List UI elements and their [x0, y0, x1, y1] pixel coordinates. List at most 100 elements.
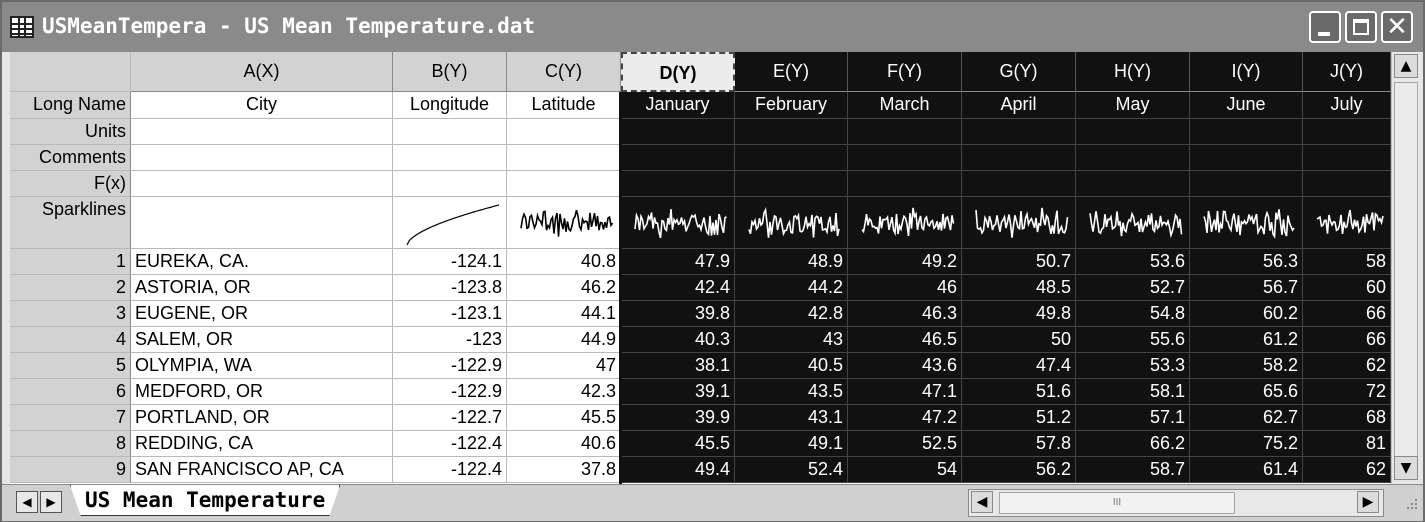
- table-cell[interactable]: -122.4: [393, 431, 507, 457]
- row-number[interactable]: 7: [10, 405, 131, 431]
- long-name-cell[interactable]: Longitude: [393, 92, 507, 119]
- first-sheet-icon[interactable]: ◀: [16, 491, 38, 513]
- table-cell[interactable]: -124.1: [393, 249, 507, 275]
- column-header-i[interactable]: I(Y): [1190, 52, 1303, 92]
- property-cell[interactable]: [1076, 171, 1190, 197]
- table-cell[interactable]: 81: [1303, 431, 1391, 457]
- table-cell[interactable]: 39.9: [621, 405, 735, 431]
- column-header-a[interactable]: A(X): [131, 52, 393, 92]
- table-cell[interactable]: 47: [507, 353, 621, 379]
- column-header-d[interactable]: D(Y): [621, 52, 735, 92]
- property-cell[interactable]: [735, 145, 848, 171]
- table-cell[interactable]: 50: [962, 327, 1076, 353]
- table-cell[interactable]: 47.2: [848, 405, 962, 431]
- property-cell[interactable]: [1303, 119, 1391, 145]
- property-cell[interactable]: [962, 119, 1076, 145]
- table-cell[interactable]: 47.4: [962, 353, 1076, 379]
- table-cell[interactable]: 62: [1303, 457, 1391, 483]
- property-label[interactable]: Units: [10, 119, 131, 145]
- table-cell[interactable]: -123.1: [393, 301, 507, 327]
- property-cell[interactable]: [393, 119, 507, 145]
- table-cell[interactable]: 66: [1303, 301, 1391, 327]
- property-cell[interactable]: [1303, 171, 1391, 197]
- table-cell[interactable]: 43.6: [848, 353, 962, 379]
- table-cell[interactable]: 58.2: [1190, 353, 1303, 379]
- table-cell[interactable]: 40.3: [621, 327, 735, 353]
- table-cell[interactable]: -122.7: [393, 405, 507, 431]
- property-cell[interactable]: [848, 119, 962, 145]
- scroll-right-icon[interactable]: ▶: [1357, 491, 1379, 513]
- property-cell[interactable]: [735, 119, 848, 145]
- table-cell[interactable]: 39.1: [621, 379, 735, 405]
- minimize-button[interactable]: [1309, 11, 1341, 43]
- table-cell[interactable]: 60: [1303, 275, 1391, 301]
- table-cell[interactable]: 51.2: [962, 405, 1076, 431]
- table-cell[interactable]: 57.1: [1076, 405, 1190, 431]
- table-cell[interactable]: 47.9: [621, 249, 735, 275]
- scroll-down-icon[interactable]: ▼: [1394, 456, 1418, 480]
- property-cell[interactable]: [131, 171, 393, 197]
- table-cell[interactable]: 62.7: [1190, 405, 1303, 431]
- long-name-cell[interactable]: April: [962, 92, 1076, 119]
- property-cell[interactable]: [1190, 171, 1303, 197]
- table-cell[interactable]: 47.1: [848, 379, 962, 405]
- table-cell[interactable]: 48.9: [735, 249, 848, 275]
- table-cell[interactable]: 37.8: [507, 457, 621, 483]
- property-cell[interactable]: [131, 119, 393, 145]
- vertical-scrollbar[interactable]: ▲ ▼: [1391, 52, 1420, 484]
- maximize-button[interactable]: [1345, 11, 1377, 43]
- table-cell[interactable]: 54: [848, 457, 962, 483]
- close-button[interactable]: ✕: [1381, 11, 1413, 43]
- sparkline-cell[interactable]: [1190, 197, 1303, 249]
- table-cell[interactable]: 44.9: [507, 327, 621, 353]
- table-cell[interactable]: 56.2: [962, 457, 1076, 483]
- table-cell[interactable]: 38.1: [621, 353, 735, 379]
- table-cell[interactable]: PORTLAND, OR: [131, 405, 393, 431]
- property-cell[interactable]: [848, 145, 962, 171]
- table-cell[interactable]: EUGENE, OR: [131, 301, 393, 327]
- property-label[interactable]: Comments: [10, 145, 131, 171]
- grid-icon[interactable]: [10, 16, 34, 38]
- table-cell[interactable]: 42.8: [735, 301, 848, 327]
- long-name-cell[interactable]: Latitude: [507, 92, 621, 119]
- table-cell[interactable]: 40.8: [507, 249, 621, 275]
- long-name-cell[interactable]: City: [131, 92, 393, 119]
- row-number[interactable]: 6: [10, 379, 131, 405]
- table-cell[interactable]: -123.8: [393, 275, 507, 301]
- row-number[interactable]: 9: [10, 457, 131, 483]
- table-cell[interactable]: 42.4: [621, 275, 735, 301]
- table-cell[interactable]: 62: [1303, 353, 1391, 379]
- table-cell[interactable]: 53.3: [1076, 353, 1190, 379]
- table-cell[interactable]: 46.3: [848, 301, 962, 327]
- table-cell[interactable]: 45.5: [621, 431, 735, 457]
- table-cell[interactable]: 50.7: [962, 249, 1076, 275]
- long-name-cell[interactable]: June: [1190, 92, 1303, 119]
- table-cell[interactable]: 52.7: [1076, 275, 1190, 301]
- table-cell[interactable]: 58.1: [1076, 379, 1190, 405]
- select-all-corner[interactable]: [10, 52, 131, 92]
- table-cell[interactable]: 57.8: [962, 431, 1076, 457]
- table-cell[interactable]: SAN FRANCISCO AP, CA: [131, 457, 393, 483]
- table-cell[interactable]: 48.5: [962, 275, 1076, 301]
- long-name-cell[interactable]: March: [848, 92, 962, 119]
- column-header-f[interactable]: F(Y): [848, 52, 962, 92]
- table-cell[interactable]: 43: [735, 327, 848, 353]
- long-name-cell[interactable]: July: [1303, 92, 1391, 119]
- horizontal-scrollbar[interactable]: ◀ III ▶: [968, 489, 1384, 517]
- property-cell[interactable]: [393, 145, 507, 171]
- table-cell[interactable]: 56.3: [1190, 249, 1303, 275]
- column-header-g[interactable]: G(Y): [962, 52, 1076, 92]
- table-cell[interactable]: 42.3: [507, 379, 621, 405]
- column-header-j[interactable]: J(Y): [1303, 52, 1391, 92]
- table-cell[interactable]: 49.4: [621, 457, 735, 483]
- table-cell[interactable]: 46.5: [848, 327, 962, 353]
- horizontal-scroll-thumb[interactable]: III: [999, 492, 1235, 514]
- long-name-cell[interactable]: May: [1076, 92, 1190, 119]
- table-cell[interactable]: 40.6: [507, 431, 621, 457]
- column-header-h[interactable]: H(Y): [1076, 52, 1190, 92]
- property-cell[interactable]: [393, 171, 507, 197]
- table-cell[interactable]: 40.5: [735, 353, 848, 379]
- table-cell[interactable]: 49.1: [735, 431, 848, 457]
- table-cell[interactable]: 46: [848, 275, 962, 301]
- property-cell[interactable]: [1076, 145, 1190, 171]
